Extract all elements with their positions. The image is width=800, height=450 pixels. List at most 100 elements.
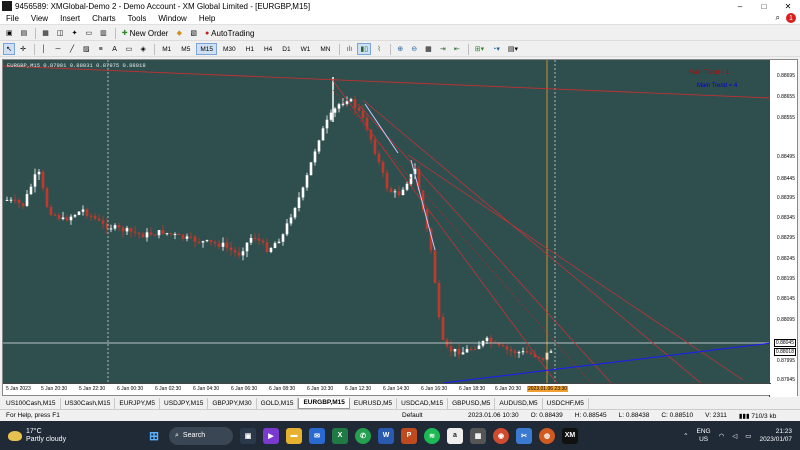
tf-h1[interactable]: H1: [242, 43, 258, 55]
tf-mn[interactable]: MN: [316, 43, 334, 55]
tab-eurjpy-m5[interactable]: EURJPY,M5: [115, 397, 161, 409]
tf-h4[interactable]: H4: [260, 43, 276, 55]
price-axis[interactable]: 0.88695 0.88655 0.88555 0.88495 0.88445 …: [769, 60, 797, 397]
cursor-icon[interactable]: ↖: [3, 43, 15, 55]
tf-m5[interactable]: M5: [177, 43, 194, 55]
main-trend-line-blue[interactable]: [442, 342, 771, 384]
tab-gbpusd-m5[interactable]: GBPUSD,M5: [448, 397, 496, 409]
tab-usdjpy-m15[interactable]: USDJPY,M15: [160, 397, 209, 409]
line-chart-icon[interactable]: ⌇: [373, 43, 385, 55]
auto-trading-button[interactable]: ● AutoTrading: [202, 27, 258, 39]
zoom-in-icon[interactable]: ⊕: [394, 43, 406, 55]
zoom-out-icon[interactable]: ⊖: [408, 43, 420, 55]
tab-usdcad-m15[interactable]: USDCAD,M15: [397, 397, 449, 409]
tf-m1[interactable]: M1: [158, 43, 175, 55]
text-icon[interactable]: A: [109, 43, 121, 55]
tf-d1[interactable]: D1: [278, 43, 294, 55]
chart-shift-icon[interactable]: ⇤: [451, 43, 463, 55]
menu-file[interactable]: File: [0, 14, 25, 23]
word-icon[interactable]: W: [378, 427, 394, 444]
windows-start-icon[interactable]: ⊞: [146, 428, 162, 444]
vertical-line-icon[interactable]: │: [38, 43, 50, 55]
powerpoint-icon[interactable]: P: [401, 427, 417, 444]
price-chart[interactable]: [3, 60, 771, 385]
battery-icon[interactable]: ▭: [745, 432, 751, 440]
menu-charts[interactable]: Charts: [86, 14, 122, 23]
search-icon[interactable]: ⌕: [776, 13, 780, 23]
new-chart-icon[interactable]: ▣: [3, 27, 16, 39]
crosshair-icon[interactable]: ✛: [17, 43, 29, 55]
taskbar-search[interactable]: ⌕ Search: [169, 426, 233, 445]
connection-status[interactable]: ▮▮▮ 710/3 kb: [733, 412, 782, 420]
menu-insert[interactable]: Insert: [54, 14, 86, 23]
trend-fan-line[interactable]: [330, 77, 559, 385]
weather-widget[interactable]: 17°C Partly cloudy: [0, 428, 140, 444]
file-explorer-icon[interactable]: ▬: [286, 427, 302, 444]
tab-us30cash-m15[interactable]: US30Cash,M15: [61, 397, 116, 409]
notification-badge[interactable]: 1: [786, 13, 796, 23]
candle-body: [361, 110, 365, 118]
auto-scroll-icon[interactable]: ⇥: [437, 43, 449, 55]
new-order-button[interactable]: ✚ New Order: [119, 27, 172, 39]
chrome-icon[interactable]: ◉: [493, 427, 509, 444]
tab-us100cash-m15[interactable]: US100Cash,M15: [2, 397, 61, 409]
snipping-tool-icon[interactable]: ✂: [516, 427, 532, 444]
tf-m15[interactable]: M15: [196, 43, 217, 55]
menu-help[interactable]: Help: [193, 14, 221, 23]
tab-eurusd-m5[interactable]: EURUSD,M5: [350, 397, 398, 409]
minimize-button[interactable]: –: [728, 0, 752, 12]
tab-gold-m15[interactable]: GOLD,M15: [257, 397, 299, 409]
label-icon[interactable]: ▭: [123, 43, 136, 55]
tile-windows-icon[interactable]: ▦: [422, 43, 435, 55]
profiles-icon[interactable]: ▤: [18, 27, 31, 39]
periods-icon[interactable]: ◔▾: [489, 43, 503, 55]
indicators-icon[interactable]: ⊞▾: [472, 43, 487, 55]
time-axis[interactable]: 5 Jan 2023 5 Jan 20:30 5 Jan 22:30 6 Jan…: [3, 383, 771, 395]
tf-m30[interactable]: M30: [219, 43, 240, 55]
metaeditor-icon[interactable]: ◆: [173, 27, 185, 39]
clock[interactable]: 21:23 2023/01/07: [759, 428, 792, 444]
data-window-icon[interactable]: ◫: [54, 27, 67, 39]
xm-terminal-icon[interactable]: XM: [562, 427, 578, 444]
tester-icon[interactable]: ▥: [97, 27, 110, 39]
close-button[interactable]: ✕: [776, 0, 800, 12]
trend-fan-line[interactable]: [407, 154, 744, 381]
chevron-up-icon[interactable]: ⌃: [683, 432, 688, 440]
menu-window[interactable]: Window: [152, 14, 192, 23]
trend-fan-line[interactable]: [362, 99, 704, 385]
zoom-app-icon[interactable]: ▶: [263, 427, 279, 444]
fibonacci-icon[interactable]: ≡: [95, 43, 107, 55]
tf-w1[interactable]: W1: [297, 43, 315, 55]
menu-view[interactable]: View: [25, 14, 54, 23]
spotify-icon[interactable]: ≋: [424, 427, 440, 444]
tab-gbpjpy-m30[interactable]: GBPJPY,M30: [208, 397, 257, 409]
calculator-icon[interactable]: ▦: [470, 427, 486, 444]
task-view-icon[interactable]: ▣: [240, 427, 256, 444]
market-watch-icon[interactable]: ▦: [39, 27, 52, 39]
terminal-icon[interactable]: ▭: [83, 27, 96, 39]
channel-icon[interactable]: ▨: [80, 43, 93, 55]
templates-icon[interactable]: ▤▾: [505, 43, 521, 55]
whatsapp-icon[interactable]: ✆: [355, 427, 371, 444]
menu-tools[interactable]: Tools: [122, 14, 153, 23]
language-indicator[interactable]: ENG US: [697, 428, 711, 444]
candlestick-icon[interactable]: ▮▯: [357, 43, 372, 55]
volume-icon[interactable]: ◁: [732, 432, 737, 440]
options-icon[interactable]: ▧: [187, 27, 200, 39]
mail-icon[interactable]: ✉: [309, 427, 325, 444]
bar-chart-icon[interactable]: ılı: [343, 43, 355, 55]
tab-usdchf-m5[interactable]: USDCHF,M5: [543, 397, 589, 409]
amazon-icon[interactable]: a: [447, 427, 463, 444]
trendline-icon[interactable]: ╱: [66, 43, 78, 55]
tab-audusd-m5[interactable]: AUDUSD,M5: [495, 397, 543, 409]
horizontal-line-icon[interactable]: ─: [52, 43, 64, 55]
main-trend-line-red[interactable]: [3, 65, 771, 99]
tab-eurgbp-m15[interactable]: EURGBP,M15: [298, 397, 350, 409]
shapes-icon[interactable]: ◈: [137, 43, 149, 55]
maximize-button[interactable]: □: [752, 0, 776, 12]
navigator-icon[interactable]: ✦: [69, 27, 81, 39]
excel-icon[interactable]: X: [332, 427, 348, 444]
wifi-icon[interactable]: ◠: [719, 432, 725, 440]
browser-icon[interactable]: ◍: [539, 427, 555, 444]
chart-window[interactable]: EURGBP,M15 0.87981 0.88031 0.87975 0.880…: [2, 59, 798, 397]
